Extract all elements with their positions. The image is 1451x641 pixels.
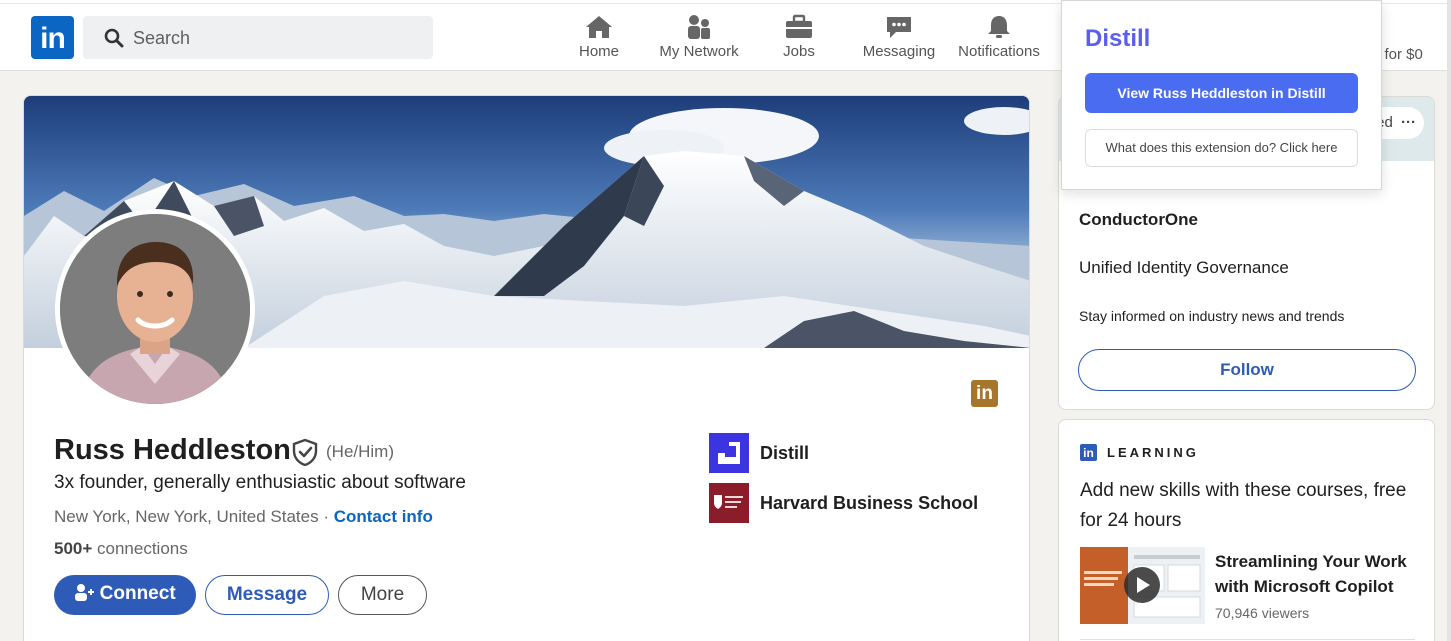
profile-name: Russ Heddleston — [54, 434, 291, 466]
nav-my-network[interactable]: My Network — [652, 14, 746, 69]
view-in-distill-button[interactable]: View Russ Heddleston in Distill — [1085, 73, 1358, 113]
distill-brand-title: Distill — [1085, 25, 1151, 52]
divider — [1080, 639, 1415, 640]
profile-location: New York, New York, United States — [54, 507, 319, 526]
nav-messaging-label: Messaging — [862, 43, 936, 60]
nav-notifications[interactable]: Notifications — [951, 14, 1047, 69]
connections-count: 500+ — [54, 539, 93, 558]
distill-logo-icon — [709, 433, 749, 473]
distill-company-logo[interactable] — [709, 433, 749, 473]
extension-help-button[interactable]: What does this extension do? Click here — [1085, 129, 1358, 167]
learning-headline: Add new skills with these courses, free … — [1080, 480, 1407, 531]
ad-description: Stay informed on industry news and trend… — [1079, 308, 1345, 324]
messaging-icon — [887, 17, 911, 38]
course-thumbnail[interactable] — [1080, 547, 1205, 624]
nav-jobs-label: Jobs — [783, 43, 815, 60]
linkedin-badge-icon: in — [971, 380, 998, 407]
home-icon — [586, 16, 612, 38]
connections-label: connections — [92, 539, 188, 558]
course-preview-image — [1080, 547, 1205, 624]
search-input[interactable]: Search — [83, 16, 433, 59]
connect-button[interactable]: Connect — [54, 575, 196, 615]
profile-connections[interactable]: 500+ connections — [54, 539, 188, 559]
nav-home[interactable]: Home — [570, 14, 628, 69]
ad-company-name[interactable]: ConductorOne — [1079, 210, 1198, 230]
profile-location-row: New York, New York, United States · Cont… — [54, 507, 433, 527]
nav-notifications-label: Notifications — [958, 43, 1040, 60]
harvard-shield-icon — [709, 483, 749, 523]
learning-label: LEARNING — [1107, 445, 1199, 460]
education-school[interactable]: Harvard Business School — [760, 493, 978, 514]
location-separator: · — [318, 507, 334, 526]
ad-title: Unified Identity Governance — [1079, 258, 1289, 277]
search-placeholder: Search — [133, 28, 191, 48]
bell-icon — [988, 16, 1010, 38]
nav-my-network-label: My Network — [659, 43, 739, 60]
briefcase-icon — [786, 14, 812, 38]
more-options-icon[interactable]: ··· — [1401, 114, 1416, 131]
search-icon — [104, 28, 124, 48]
linkedin-learning-icon: in — [1080, 444, 1097, 461]
linkedin-logo[interactable]: in — [31, 16, 74, 59]
more-button[interactable]: More — [338, 575, 427, 615]
follow-button[interactable]: Follow — [1078, 349, 1416, 391]
verified-shield-icon[interactable] — [292, 438, 318, 466]
learning-card: in LEARNING Add new skills with these co… — [1058, 419, 1435, 641]
current-company[interactable]: Distill — [760, 443, 809, 464]
connect-button-label: Connect — [99, 583, 176, 604]
course-viewers: 70,946 viewers — [1215, 605, 1310, 621]
profile-card: in Russ Heddleston (He/Him) 3x founder, … — [23, 95, 1030, 641]
nav-jobs[interactable]: Jobs — [776, 14, 822, 69]
harvard-school-logo[interactable] — [709, 483, 749, 523]
contact-info-link[interactable]: Contact info — [334, 507, 433, 526]
distill-extension-popup: Distill View Russ Heddleston in Distill … — [1061, 0, 1382, 190]
scrollbar[interactable] — [1447, 0, 1451, 641]
network-icon — [688, 15, 710, 39]
message-button[interactable]: Message — [205, 575, 329, 615]
profile-photo[interactable] — [55, 209, 255, 409]
person-portrait — [60, 214, 250, 404]
nav-messaging[interactable]: Messaging — [857, 14, 941, 69]
profile-headline: 3x founder, generally enthusiastic about… — [54, 472, 466, 493]
course-title[interactable]: Streamlining Your Work with Microsoft Co… — [1215, 549, 1425, 599]
add-person-icon — [75, 584, 95, 601]
profile-pronouns: (He/Him) — [326, 442, 394, 461]
nav-home-label: Home — [578, 43, 619, 60]
